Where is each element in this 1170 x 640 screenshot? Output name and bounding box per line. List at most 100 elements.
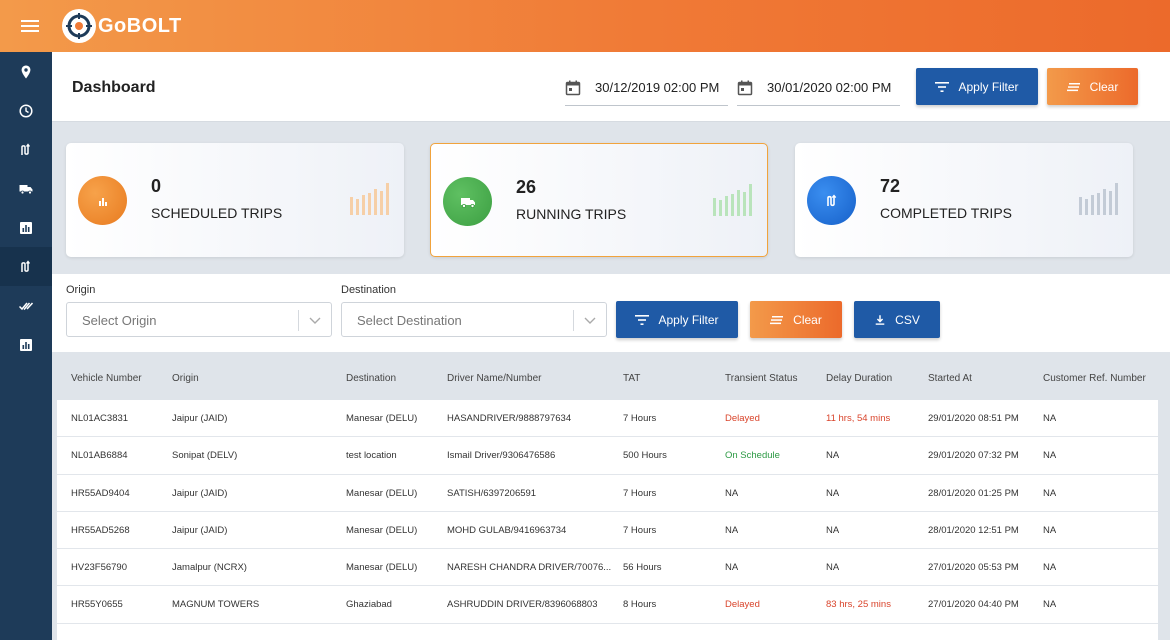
header-clear-label: Clear [1089,79,1119,94]
running-trips-icon-circle [443,177,492,226]
cell-tat: 56 Hours [623,562,662,574]
table-row[interactable]: HR55AD5268 Jaipur (JAID) Manesar (DELU) … [57,511,1158,550]
cell-destination: Ghaziabad [346,599,392,611]
cell-origin: Sonipat (DELV) [172,450,238,462]
apply-filter-button[interactable]: Apply Filter [616,301,738,338]
table-row[interactable]: NL01AB6884 Sonipat (DELV) test location … [57,437,1158,475]
column-header[interactable]: Origin [172,373,199,384]
cell-tat: 8 Hours [623,599,657,611]
scheduled-trips-label: SCHEDULED TRIPS [151,205,283,221]
date-to-field[interactable]: 30/01/2020 02:00 PM [737,70,900,106]
table-row[interactable]: HR55AD9404 Jaipur (JAID) Manesar (DELU) … [57,474,1158,512]
clear-lines-icon [1066,82,1080,91]
cell-vehicle-number: NL01AC3831 [71,413,129,424]
scheduled-trips-count: 0 [151,176,162,196]
cell-delay-duration: 83 hrs, 25 mins [826,599,891,611]
column-header[interactable]: Customer Ref. Number [1043,373,1146,384]
cell-destination: Manesar (DELU) [346,524,418,536]
sidebar [0,52,52,640]
sidebar-item-completed[interactable] [0,286,52,325]
cell-driver: NARESH CHANDRA DRIVER/70076... [447,562,612,574]
clear-button[interactable]: Clear [750,301,842,338]
scheduled-trips-icon-circle [78,176,127,225]
calendar-icon [565,80,581,95]
cell-started-at: 29/01/2020 08:51 PM [928,413,1019,424]
header-clear-button[interactable]: Clear [1047,68,1138,105]
select-divider [573,310,574,331]
truck-icon [19,184,33,194]
cell-origin: Jamalpur (NCRX) [172,562,247,574]
sidebar-item-reports[interactable] [0,325,52,364]
cell-vehicle-number: HR55AD9404 [71,487,130,499]
cell-transient-status: Delayed [725,599,760,611]
cell-delay-duration: NA [826,562,840,574]
column-header[interactable]: Started At [928,373,972,384]
sidebar-item-location[interactable] [0,52,52,91]
filter-bar: Origin Select Origin Destination Select … [52,274,1170,352]
cell-tat: 7 Hours [623,413,657,424]
scheduled-trips-card[interactable]: 0 SCHEDULED TRIPS [66,143,404,257]
cell-transient-status: NA [725,524,739,536]
destination-label: Destination [341,284,397,296]
cell-destination: test location [346,450,397,462]
origin-placeholder: Select Origin [82,313,157,328]
column-header[interactable]: Transient Status [725,373,797,384]
cell-tat: 500 Hours [623,450,667,462]
table-row[interactable]: HV23F56790 Jamalpur (NCRX) Manesar (DELU… [57,549,1158,587]
logo-mark-icon [62,9,96,43]
cell-origin: Jaipur (JAID) [172,413,228,424]
date-from-field[interactable]: 30/12/2019 02:00 PM [565,70,728,106]
table-row[interactable]: HR55Y0655 MAGNUM TOWERS Ghaziabad ASHRUD… [57,586,1158,624]
cell-started-at: 27/01/2020 04:40 PM [928,599,1019,611]
column-header[interactable]: Delay Duration [826,373,892,384]
header-apply-filter-label: Apply Filter [958,79,1019,94]
cell-customer-ref: NA [1043,413,1057,424]
header-apply-filter-button[interactable]: Apply Filter [916,68,1038,105]
cell-destination: Manesar (DELU) [346,487,418,499]
sidebar-item-trips[interactable] [0,247,52,286]
cell-vehicle-number: HV23F56790 [71,562,127,574]
sidebar-item-history[interactable] [0,91,52,130]
table-row[interactable] [57,623,1158,640]
clear-label: Clear [793,312,822,327]
sidebar-item-vehicles[interactable] [0,169,52,208]
chevron-down-icon [309,317,321,324]
logo-text: GoBOLT [98,14,182,37]
completed-trips-card[interactable]: 72 COMPLETED TRIPS [795,143,1133,257]
cell-driver: ASHRUDDIN DRIVER/8396068803 [447,599,598,611]
csv-download-button[interactable]: CSV [854,301,940,338]
running-trips-card[interactable]: 26 RUNNING TRIPS [430,143,768,257]
origin-select[interactable]: Select Origin [66,302,332,337]
sidebar-item-routes[interactable] [0,130,52,169]
sidebar-item-analytics[interactable] [0,208,52,247]
column-header[interactable]: Driver Name/Number [447,373,541,384]
column-header[interactable]: Vehicle Number [71,373,142,384]
cell-transient-status: NA [725,562,739,574]
date-from-value: 30/12/2019 02:00 PM [595,80,720,95]
cell-started-at: 28/01/2020 01:25 PM [928,487,1019,499]
clear-lines-icon [770,315,784,324]
cell-delay-duration: NA [826,524,840,536]
clock-icon [19,103,33,118]
decorative-bars-icon [350,183,389,215]
menu-button[interactable] [0,0,60,52]
destination-placeholder: Select Destination [357,313,462,328]
column-header[interactable]: TAT [623,373,640,384]
destination-select[interactable]: Select Destination [341,302,607,337]
download-icon [875,314,885,325]
calendar-icon [737,80,753,95]
cell-customer-ref: NA [1043,524,1057,536]
cell-tat: 7 Hours [623,524,657,536]
apply-filter-label: Apply Filter [658,312,719,327]
cell-driver: SATISH/6397206591 [447,487,537,499]
cell-driver: HASANDRIVER/9888797634 [447,413,572,424]
app-logo[interactable]: GoBOLT [62,9,182,43]
completed-trips-icon-circle [807,176,856,225]
route-icon [21,142,31,155]
completed-trips-count: 72 [880,176,901,196]
cell-tat: 7 Hours [623,487,657,499]
column-header[interactable]: Destination [346,373,396,384]
cell-origin: MAGNUM TOWERS [172,599,260,611]
cell-started-at: 28/01/2020 12:51 PM [928,524,1019,536]
table-row[interactable]: NL01AC3831 Jaipur (JAID) Manesar (DELU) … [57,400,1158,438]
